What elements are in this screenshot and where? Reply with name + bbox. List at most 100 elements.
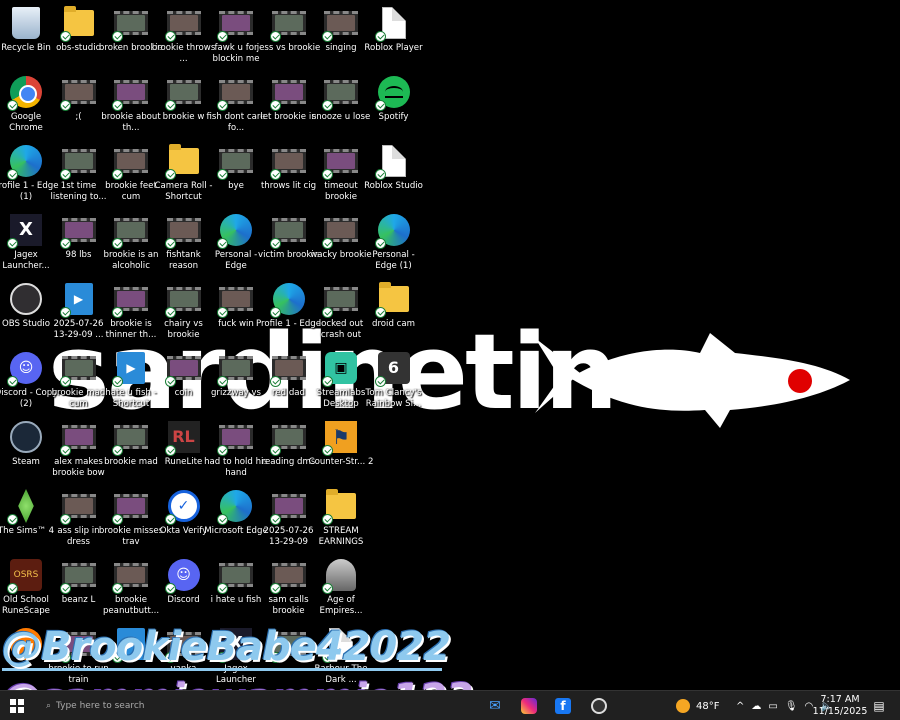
aoe-icon xyxy=(322,558,358,594)
vid-icon xyxy=(59,213,96,249)
desktop-icon-grid: Recycle Bin obs-studio broken brookie brook… xyxy=(0,0,430,690)
taskbar-facebook-app[interactable]: f xyxy=(550,694,576,718)
vid-icon xyxy=(112,75,148,111)
search-box[interactable]: ⌕ Type here to search xyxy=(40,694,160,718)
sync-check-icon xyxy=(59,307,71,318)
sync-check-icon xyxy=(269,238,281,249)
sync-check-icon xyxy=(217,169,228,180)
sync-check-icon xyxy=(59,376,71,387)
desktop-icon-label: Personal - Edge (1) xyxy=(372,250,415,271)
windows-logo-icon xyxy=(10,699,24,713)
cs-icon: ⚑ xyxy=(322,420,358,456)
desktop-icon-label: droid cam xyxy=(372,319,415,329)
desktop-icon[interactable]: droid cam xyxy=(362,282,426,350)
vid-icon xyxy=(322,75,358,111)
sync-check-icon xyxy=(59,238,71,249)
desktop-icon-label: Tom Clancy's Rainbow Si... xyxy=(365,388,422,409)
sync-check-icon xyxy=(164,169,176,180)
sync-check-icon xyxy=(164,583,176,594)
folder-icon xyxy=(164,144,201,180)
desktop-icon[interactable]: Spotify xyxy=(362,75,426,143)
sync-check-icon xyxy=(164,445,176,456)
sync-check-icon xyxy=(217,307,228,318)
sync-check-icon xyxy=(374,307,386,318)
vid-icon xyxy=(164,6,201,42)
desktop-icon[interactable]: Roblox Player xyxy=(362,6,426,74)
sync-check-icon xyxy=(217,514,228,525)
search-placeholder: Type here to search xyxy=(56,701,145,711)
desktop-icon[interactable]: Roblox Studio xyxy=(362,144,426,212)
taskbar-mail-app[interactable]: ✉ xyxy=(482,694,508,718)
sync-check-icon xyxy=(59,583,71,594)
microphone-icon[interactable]: 🎙 xyxy=(785,701,798,712)
taskbar-instagram-app[interactable] xyxy=(516,694,542,718)
sync-check-icon xyxy=(269,31,281,42)
vid-icon xyxy=(269,144,306,180)
start-button[interactable] xyxy=(4,694,30,718)
sync-check-icon xyxy=(164,307,176,318)
sync-check-icon xyxy=(7,376,18,387)
desktop-icon[interactable]: ⚑ Counter-Str... 2 xyxy=(309,420,373,488)
osrs-icon: OSRS xyxy=(7,558,43,594)
vid-icon xyxy=(269,351,306,387)
notification-button[interactable]: ▤ xyxy=(866,694,892,718)
sync-check-icon xyxy=(164,238,176,249)
vid-icon xyxy=(322,6,358,42)
sync-check-icon xyxy=(217,376,228,387)
obs-icon xyxy=(9,282,43,316)
desktop-icon[interactable]: Age of Empires... xyxy=(309,558,373,626)
sync-check-icon xyxy=(322,583,333,594)
vid-icon xyxy=(269,420,306,456)
sync-check-icon xyxy=(269,100,281,111)
sync-check-icon xyxy=(217,100,228,111)
sync-check-icon xyxy=(59,31,71,42)
chevron-up-icon[interactable]: ^ xyxy=(736,701,744,712)
vid-icon xyxy=(322,213,358,249)
vid-icon xyxy=(112,6,148,42)
cloud-icon[interactable]: ☁ xyxy=(751,701,761,712)
desktop-icon-label: Counter-Str... 2 xyxy=(308,457,374,467)
sync-check-icon xyxy=(112,514,123,525)
desktop-icon[interactable]: Personal - Edge (1) xyxy=(362,213,426,281)
clock-time: 7:17 AM xyxy=(820,694,860,705)
folder-icon xyxy=(374,282,411,318)
sync-check-icon xyxy=(322,514,333,525)
jagex-icon: X xyxy=(7,213,43,249)
desktop-icon-label: Roblox Player xyxy=(364,43,423,53)
sync-check-icon xyxy=(269,445,281,456)
sync-check-icon xyxy=(112,238,123,249)
taskbar-clock[interactable]: 7:17 AM 11/15/2025 xyxy=(810,694,870,718)
desktop-icon-label: Age of Empires... xyxy=(319,595,363,616)
vid-icon xyxy=(269,6,306,42)
vid-icon xyxy=(269,213,306,249)
sync-check-icon xyxy=(112,583,123,594)
desktop-icon[interactable]: 6 Tom Clancy's Rainbow Si... xyxy=(362,351,426,419)
weather-widget[interactable]: 48°F xyxy=(676,691,719,720)
sync-check-icon xyxy=(322,31,333,42)
weather-temp: 48°F xyxy=(696,700,720,712)
sync-check-icon xyxy=(112,376,123,387)
sync-check-icon xyxy=(164,100,176,111)
sync-check-icon xyxy=(7,514,18,525)
media-icon: ▶ xyxy=(112,351,148,387)
vid-icon xyxy=(217,144,253,180)
sync-check-icon xyxy=(59,514,71,525)
okta-icon: ✓ xyxy=(164,489,201,525)
recycle-icon xyxy=(9,6,43,40)
battery-icon[interactable]: ▭ xyxy=(768,701,777,712)
sync-check-icon xyxy=(112,445,123,456)
vid-icon xyxy=(112,144,148,180)
r6-icon: 6 xyxy=(374,351,411,387)
vid-icon xyxy=(322,282,358,318)
desktop-icon[interactable]: STREAM EARNINGS xyxy=(309,489,373,557)
taskbar-obs-app[interactable] xyxy=(586,694,612,718)
vid-icon xyxy=(164,282,201,318)
folder-icon xyxy=(322,489,358,525)
instagram-icon xyxy=(521,698,537,714)
sync-check-icon xyxy=(374,100,386,111)
doc-icon xyxy=(374,144,411,180)
obs-icon xyxy=(591,698,607,714)
streamlabs-icon: ▣ xyxy=(322,351,358,387)
vid-icon xyxy=(217,558,253,594)
vid-icon xyxy=(59,75,96,111)
